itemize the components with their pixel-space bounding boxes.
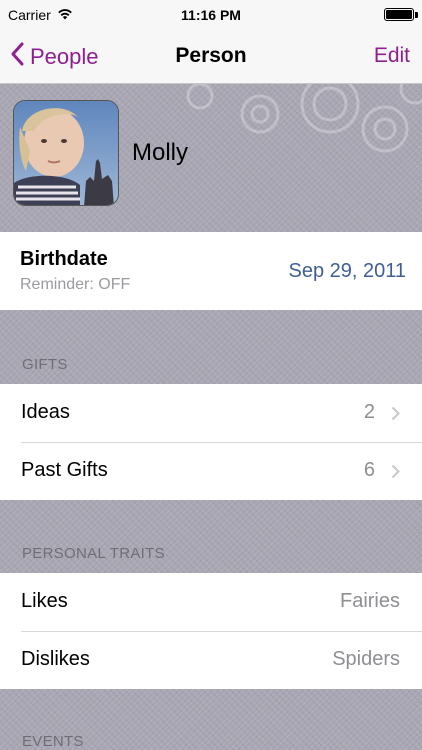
cell-count: 2 (363, 401, 375, 423)
avatar-photo (14, 101, 118, 205)
status-time: 11:16 PM (181, 7, 241, 23)
person-name: Molly (132, 139, 189, 166)
profile-header: Molly (0, 84, 422, 232)
gifts-group: Ideas 2 Past Gifts 6 (0, 384, 422, 500)
section-header-events: EVENTS (22, 733, 84, 750)
cell-label: Dislikes (21, 648, 90, 670)
avatar[interactable] (13, 100, 119, 206)
navigation-bar: People Person Edit (0, 30, 422, 84)
edit-button[interactable]: Edit (374, 44, 410, 68)
cell-value: Fairies (339, 590, 400, 612)
section-header-personal-traits: PERSONAL TRAITS (22, 545, 165, 562)
cell-label: Past Gifts (21, 459, 108, 481)
birthdate-title: Birthdate (20, 248, 108, 270)
chevron-left-icon (10, 42, 30, 72)
personal-traits-group: Likes Fairies Dislikes Spiders (0, 573, 422, 689)
list-item-dislikes[interactable]: Dislikes Spiders (0, 631, 422, 689)
battery-tip (415, 12, 418, 18)
chevron-right-icon (391, 464, 400, 484)
cell-count: 6 (363, 459, 375, 481)
birthdate-value: Sep 29, 2011 (288, 260, 406, 282)
cell-value: Spiders (332, 648, 400, 670)
list-item-likes[interactable]: Likes Fairies (0, 573, 422, 631)
list-item-past-gifts[interactable]: Past Gifts 6 (0, 442, 422, 500)
back-button[interactable]: People (10, 42, 99, 72)
list-item-ideas[interactable]: Ideas 2 (0, 384, 422, 442)
birthdate-cell[interactable]: Birthdate Reminder: OFF Sep 29, 2011 (0, 232, 422, 310)
reminder-status: Reminder: OFF (20, 276, 131, 293)
cell-label: Likes (21, 590, 68, 612)
cell-label: Ideas (21, 401, 70, 423)
battery-icon (384, 8, 414, 21)
section-header-gifts: GIFTS (22, 356, 68, 373)
status-bar: Carrier 11:16 PM (0, 0, 422, 30)
chevron-right-icon (391, 406, 400, 426)
back-button-label: People (30, 44, 99, 69)
